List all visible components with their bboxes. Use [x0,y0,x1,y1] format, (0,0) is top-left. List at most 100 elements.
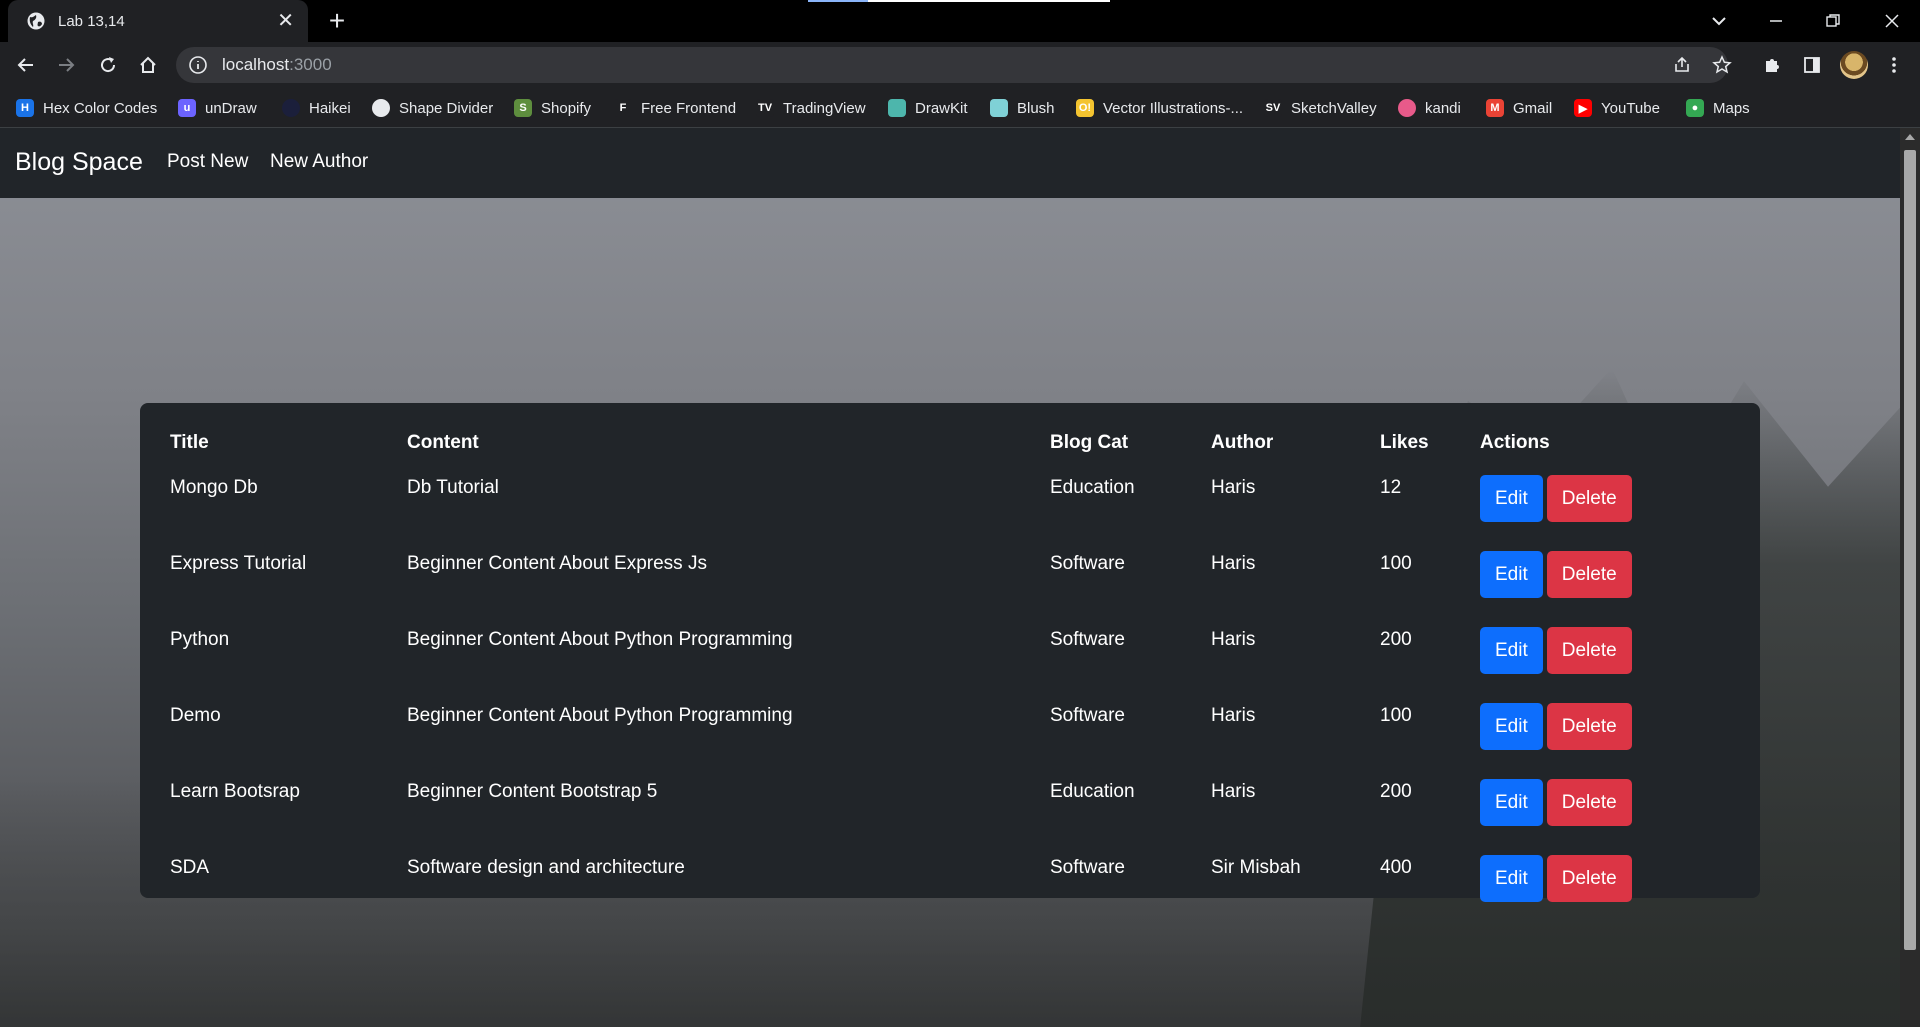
new-tab-icon[interactable]: + [322,6,352,36]
cell-title: Mongo Db [170,477,258,498]
delete-button[interactable]: Delete [1546,703,1632,750]
cell-content: Beginner Content About Python Programmin… [407,629,793,650]
delete-button[interactable]: Delete [1546,855,1632,902]
table-row: SDA Software design and architecture Softw… [155,848,1745,924]
side-panel-icon[interactable] [1796,49,1828,81]
cell-author: Haris [1211,553,1256,574]
more-menu-icon[interactable] [1878,49,1910,81]
site-brand[interactable]: Blog Space [15,148,143,177]
posts-table-card: Title Content Blog Cat Author Likes Acti… [140,403,1760,902]
minimize-window-icon[interactable] [1748,0,1804,42]
cell-title: Demo [170,705,221,726]
cell-likes: 200 [1380,629,1412,650]
bookmark-label: unDraw [205,99,257,117]
bookmark-item[interactable]: M Gmail [1486,96,1552,120]
browser-tab-strip: Lab 13,14 ✕ + [0,0,1920,42]
bookmark-item[interactable]: SV SketchValley [1264,96,1377,120]
maps-icon: ● [1686,99,1704,117]
nav-post-new[interactable]: Post New [167,151,248,173]
close-window-icon[interactable] [1864,0,1920,42]
edit-button[interactable]: Edit [1480,703,1543,750]
scrollbar-thumb[interactable] [1904,150,1916,950]
forward-arrow-icon[interactable] [50,49,82,81]
cell-content: Software design and architecture [407,857,685,878]
bookmark-label: Free Frontend [641,99,737,117]
page-viewport: Blog Space Post New New Author Title Con… [0,128,1900,1027]
edit-button[interactable]: Edit [1480,475,1543,522]
column-header-author: Author [1211,432,1274,453]
bookmark-item[interactable]: ● Maps [1686,96,1750,120]
cell-actions: Edit Delete [1465,620,1745,696]
bookmark-label: Haikei [309,99,351,117]
bookmark-label: Maps [1713,99,1750,117]
posts-table: Title Content Blog Cat Author Likes Acti… [155,418,1745,924]
tab-strip-indicator-accent [808,0,868,2]
bookmark-item[interactable]: S Shopify [514,96,591,120]
bookmark-item[interactable]: ▶ YouTube [1574,96,1660,120]
bookmark-item[interactable]: DrawKit [888,96,968,120]
site-info-icon[interactable] [188,55,208,75]
cell-author: Haris [1211,781,1256,802]
restore-window-icon[interactable] [1805,0,1861,42]
back-arrow-icon[interactable] [10,49,42,81]
table-row: Express Tutorial Beginner Content About E… [155,544,1745,620]
bookmark-label: Shape Divider [399,99,494,117]
delete-button[interactable]: Delete [1546,779,1632,826]
edit-button[interactable]: Edit [1480,551,1543,598]
tab-search-chevron-icon[interactable] [1706,8,1732,34]
bookmark-item[interactable]: Haikei [282,96,351,120]
bookmark-item[interactable]: O! Vector Illustrations-... [1076,96,1243,120]
cell-author: Haris [1211,705,1256,726]
bookmark-item[interactable]: F Free Frontend [614,96,736,120]
tab-title: Lab 13,14 [58,12,125,30]
delete-button[interactable]: Delete [1546,551,1632,598]
delete-button[interactable]: Delete [1546,627,1632,674]
page-scrollbar[interactable] [1900,128,1920,1027]
home-icon[interactable] [132,49,164,81]
vector-illustrations-icon: O! [1076,99,1094,117]
column-header-blog-cat: Blog Cat [1050,432,1129,453]
edit-button[interactable]: Edit [1480,779,1543,826]
cell-author: Haris [1211,477,1256,498]
bookmark-item[interactable]: u unDraw [178,96,257,120]
cell-content: Beginner Content About Express Js [407,553,707,574]
gmail-icon: M [1486,99,1504,117]
cell-blog-cat: Software [1050,629,1125,650]
profile-avatar[interactable] [1840,51,1868,79]
bookmark-label: Blush [1017,99,1055,117]
cell-blog-cat: Software [1050,553,1125,574]
bookmark-item[interactable]: kandi [1398,96,1461,120]
address-bar[interactable]: localhost:3000 [176,47,1728,83]
edit-button[interactable]: Edit [1480,855,1543,902]
sketchvalley-icon: SV [1264,99,1282,117]
extensions-puzzle-icon[interactable] [1756,49,1788,81]
cell-likes: 100 [1380,705,1412,726]
nav-new-author[interactable]: New Author [270,151,368,173]
bookmark-item[interactable]: Shape Divider [372,96,493,120]
cell-content: Beginner Content Bootstrap 5 [407,781,658,802]
url-text[interactable]: localhost:3000 [222,55,332,75]
undraw-icon: u [178,99,196,117]
scroll-up-arrow-icon[interactable] [1905,134,1915,140]
bookmark-label: kandi [1425,99,1461,117]
bookmark-item[interactable]: Blush [990,96,1055,120]
bookmark-item[interactable]: TV TradingView [756,96,866,120]
delete-button[interactable]: Delete [1546,475,1632,522]
browser-tab[interactable]: Lab 13,14 ✕ [8,0,308,42]
kandi-icon [1398,99,1416,117]
close-tab-icon[interactable]: ✕ [277,11,294,31]
bookmark-label: Vector Illustrations-... [1103,99,1244,117]
bookmark-item[interactable]: H Hex Color Codes [16,96,157,120]
share-icon[interactable] [1666,49,1698,81]
bookmark-label: YouTube [1601,99,1660,117]
haikei-icon [282,99,300,117]
cell-likes: 12 [1380,477,1402,498]
edit-button[interactable]: Edit [1480,627,1543,674]
table-row: Learn Bootsrap Beginner Content Bootstrap… [155,772,1745,848]
cell-title: Python [170,629,230,650]
reload-icon[interactable] [92,49,124,81]
bookmark-star-icon[interactable] [1706,49,1738,81]
column-header-content: Content [407,432,479,453]
cell-blog-cat: Education [1050,477,1135,498]
cell-title: Learn Bootsrap [170,781,300,802]
